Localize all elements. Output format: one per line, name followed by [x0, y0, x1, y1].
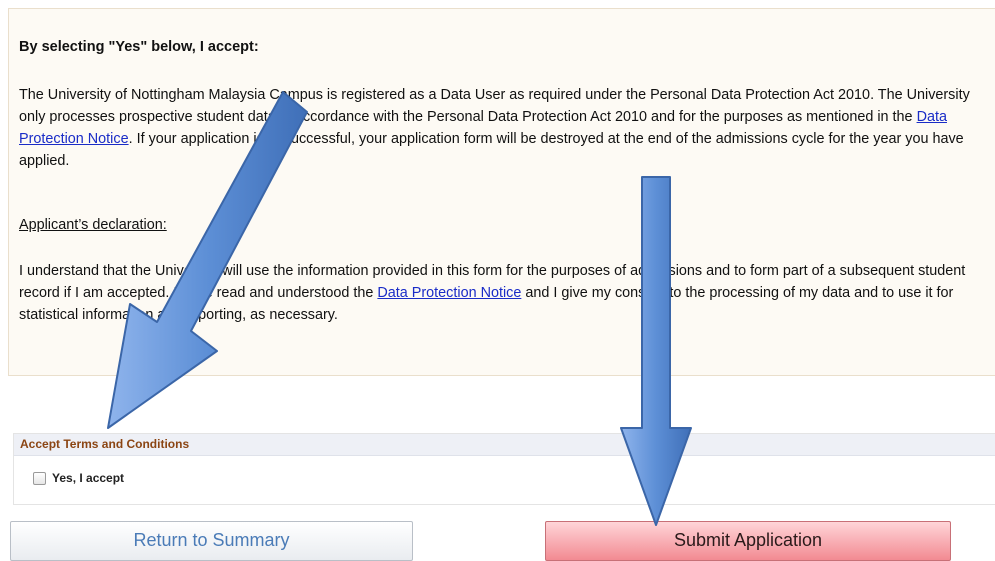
declaration-paragraph: I understand that the University will us…	[19, 260, 994, 326]
return-to-summary-button[interactable]: Return to Summary	[10, 521, 413, 561]
accept-terms-header: Accept Terms and Conditions	[14, 434, 995, 456]
notice-paragraph-text: The University of Nottingham Malaysia Ca…	[19, 87, 970, 125]
accept-checkbox-label[interactable]: Yes, I accept	[52, 471, 124, 485]
notice-paragraph: The University of Nottingham Malaysia Ca…	[19, 84, 994, 172]
accept-checkbox-row[interactable]: Yes, I accept	[33, 471, 124, 485]
notice-paragraph-text: . If your application is unsuccessful, y…	[19, 131, 964, 169]
accept-terms-panel: Accept Terms and Conditions Yes, I accep…	[13, 433, 995, 505]
notice-heading: By selecting "Yes" below, I accept:	[19, 39, 259, 55]
accept-checkbox[interactable]	[33, 471, 46, 485]
data-protection-notice-link-2[interactable]: Data Protection Notice	[377, 285, 521, 301]
declaration-label: Applicant’s declaration:	[19, 217, 167, 233]
submit-application-button[interactable]: Submit Application	[545, 521, 951, 561]
